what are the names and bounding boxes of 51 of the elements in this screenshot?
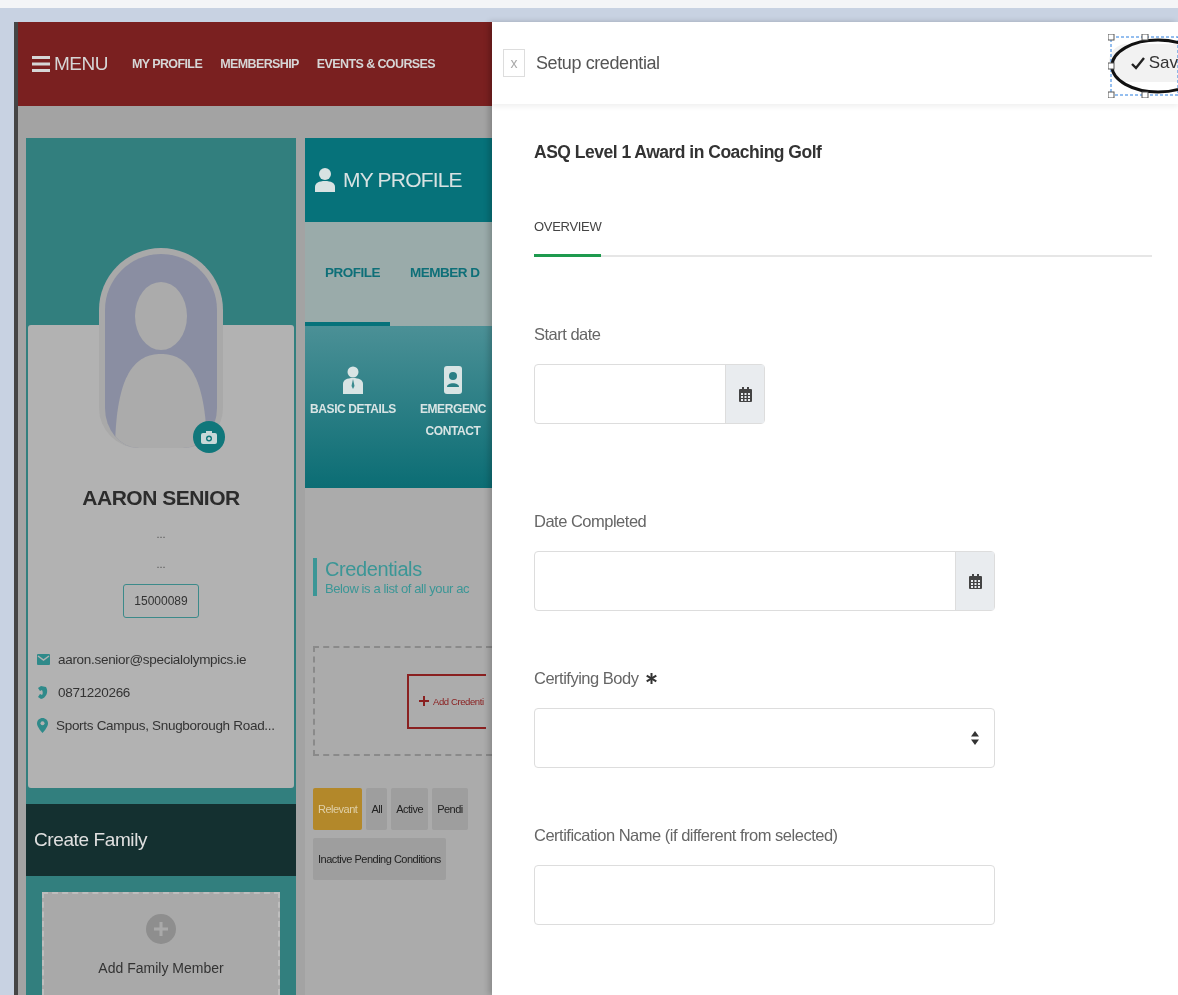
sort-arrows-icon <box>971 731 979 745</box>
contact-card-icon <box>443 366 463 394</box>
add-credential-button[interactable]: Add Credenti <box>407 673 486 729</box>
field-label: Start date <box>534 325 601 344</box>
plus-icon <box>146 914 176 944</box>
person-icon <box>343 366 363 394</box>
family-title: Create Family <box>34 829 148 851</box>
field-label: Certifying Body <box>534 669 639 688</box>
contact-text: 0871220266 <box>58 685 131 700</box>
phone-icon <box>37 685 50 700</box>
contact-text: Sports Campus, Snugborough Road... <box>56 718 275 733</box>
filter-chip[interactable]: Inactive Pending Conditions <box>313 838 446 880</box>
plus-icon <box>419 696 429 706</box>
user-icon <box>315 168 335 192</box>
profile-subtitle: ... <box>156 558 166 570</box>
credentials-description: Below is a list of all your ac <box>325 581 471 596</box>
member-id: 15000089 <box>123 584 199 618</box>
map-pin-icon <box>37 718 48 733</box>
overview-tab[interactable]: OVERVIEW <box>534 219 602 257</box>
save-button[interactable]: Sav <box>1108 44 1178 82</box>
date-field[interactable] <box>534 551 995 611</box>
drawer-title: Setup credential <box>536 52 660 74</box>
profile-subtitle: ... <box>156 528 166 540</box>
panel-title: MY PROFILE <box>343 168 462 192</box>
credential-heading: ASQ Level 1 Award in Coaching Golf <box>534 142 823 163</box>
checkmark-icon <box>1130 56 1145 70</box>
filter-chip[interactable]: Active <box>391 788 429 830</box>
field-label: Date Completed <box>534 512 647 531</box>
add-family-label: Add Family Member <box>98 960 224 976</box>
nav-link[interactable]: MEMBERSHIP <box>220 57 299 71</box>
calendar-icon <box>968 573 982 589</box>
envelope-icon <box>37 654 50 665</box>
camera-button[interactable] <box>193 421 225 453</box>
input-field[interactable] <box>534 865 995 925</box>
nav-link[interactable]: EVENTS & COURSES <box>316 57 436 71</box>
select-field[interactable] <box>534 708 995 768</box>
filter-chip[interactable]: All <box>366 788 388 830</box>
contact-text: aaron.senior@specialolympics.ie <box>58 652 247 667</box>
calendar-icon <box>738 386 752 402</box>
section-link[interactable]: BASIC DETAILS <box>305 366 401 488</box>
date-field[interactable] <box>534 364 765 424</box>
credentials-title: Credentials <box>325 558 423 581</box>
menu-button[interactable]: MENU <box>32 53 108 75</box>
profile-name: AARON SENIOR <box>82 486 240 510</box>
add-family-member-card[interactable]: Add Family Member <box>42 892 280 995</box>
camera-icon <box>201 430 217 444</box>
section-link[interactable]: EMERGENC CONTACT <box>405 366 492 488</box>
menu-icon <box>32 56 50 72</box>
nav-link[interactable]: MY PROFILE <box>131 57 203 71</box>
filter-chip[interactable]: Pendi <box>432 788 468 830</box>
field-label: Certification Name (if different from selected) <box>534 826 838 845</box>
